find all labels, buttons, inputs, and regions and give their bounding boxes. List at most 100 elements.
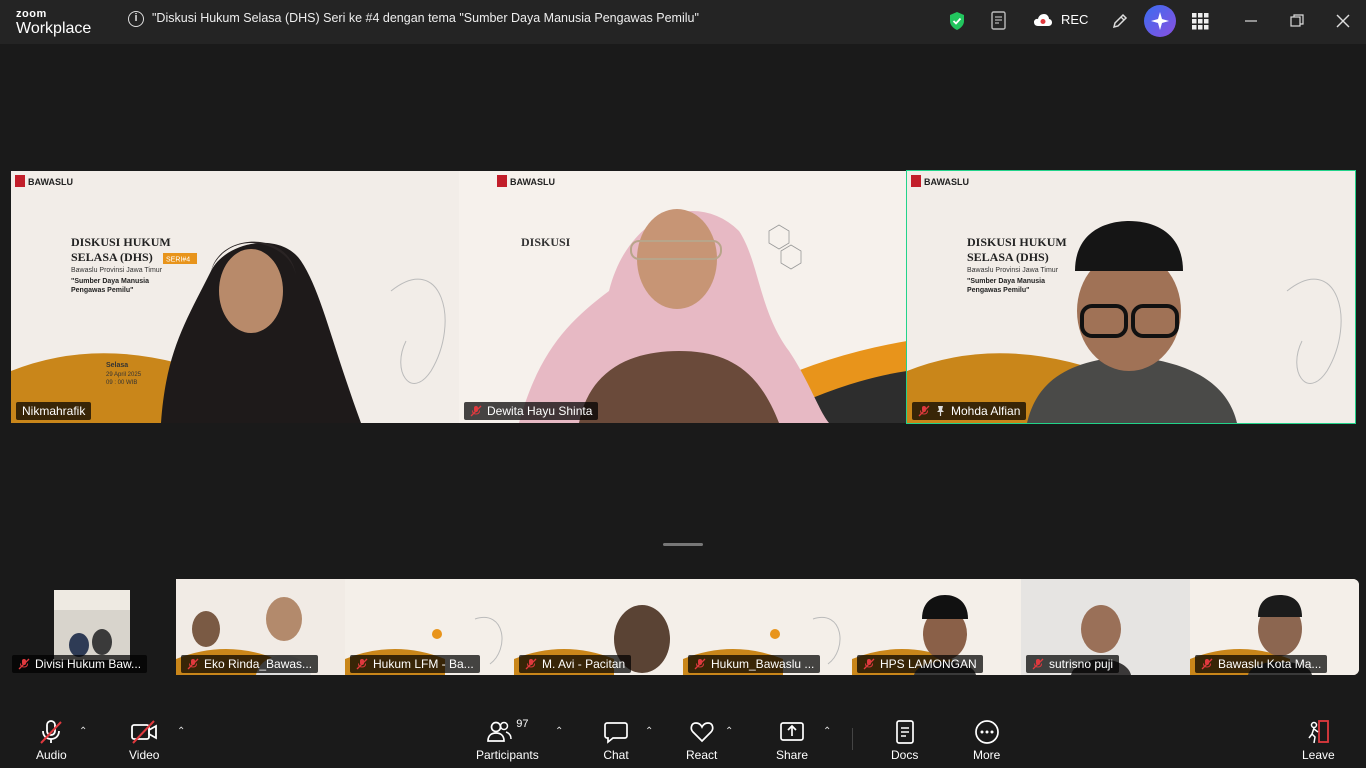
resize-handle[interactable]: [663, 543, 703, 546]
slide-theme1: "Sumber Daya Manusia: [71, 278, 149, 285]
participant-name: HPS LAMONGAN: [880, 657, 977, 671]
leave-button[interactable]: Leave: [1302, 720, 1335, 762]
svg-text:DISKUSI: DISKUSI: [521, 235, 571, 249]
audio-label: Audio: [36, 748, 67, 762]
ai-companion-button[interactable]: [1144, 5, 1176, 37]
chat-icon: [604, 722, 628, 744]
participant-name: sutrisno puji: [1049, 657, 1114, 671]
participants-icon: [487, 721, 512, 742]
participants-label: Participants: [476, 748, 539, 762]
filmstrip-tile[interactable]: Bawaslu Kota Ma...: [1190, 579, 1359, 675]
video-label: Video: [129, 748, 160, 762]
cloud-record-icon: [1034, 13, 1052, 26]
participant-name: Hukum LFM - Ba...: [373, 657, 474, 671]
svg-text:Bawaslu Provinsi Jawa Timur: Bawaslu Provinsi Jawa Timur: [967, 267, 1059, 274]
filmstrip-tile[interactable]: Hukum LFM - Ba...: [345, 579, 514, 675]
leave-label: Leave: [1302, 748, 1335, 762]
restore-icon[interactable]: [1290, 14, 1304, 28]
slide-date: 29 April 2025: [106, 372, 142, 378]
video-tile-3-active-speaker[interactable]: BAWASLU DISKUSI HUKUM SELASA (DHS) Bawas…: [906, 170, 1356, 424]
svg-text:Pengawas Pemilu": Pengawas Pemilu": [967, 287, 1029, 294]
muted-mic-icon: [470, 405, 482, 417]
video-button[interactable]: Video: [129, 720, 159, 762]
apps-grid-icon[interactable]: [1191, 12, 1209, 30]
annotate-pencil-icon[interactable]: [1110, 11, 1130, 31]
muted-mic-icon: [40, 720, 63, 744]
participant-name: Divisi Hukum Baw...: [35, 657, 142, 671]
encryption-shield-icon[interactable]: [948, 11, 966, 31]
svg-text:BAWASLU: BAWASLU: [924, 177, 969, 187]
filmstrip-tile[interactable]: Hukum_Bawaslu ...: [683, 579, 852, 675]
participant-name: M. Avi - Pacitan: [542, 657, 626, 671]
background-slide: BAWASLU DISKUSI HUKUM SELASA (DHS) Bawas…: [907, 171, 1355, 423]
participant-name-badge: Nikmahrafik: [16, 402, 92, 420]
leave-door-icon: [1308, 720, 1330, 744]
filmstrip-tile[interactable]: Divisi Hukum Baw...: [7, 579, 176, 675]
video-tile-2[interactable]: BAWASLU DISKUSI Dewita Hayu Shinta: [459, 171, 907, 423]
more-label: More: [973, 748, 1001, 762]
muted-mic-icon: [1201, 658, 1213, 670]
participants-options-chevron-icon[interactable]: ⌃: [555, 726, 563, 737]
muted-mic-icon: [918, 405, 930, 417]
filmstrip-tile[interactable]: Eko Rinda_Bawas...: [176, 579, 345, 675]
chat-label: Chat: [603, 748, 629, 762]
muted-mic-icon: [1032, 658, 1044, 670]
slide-subtitle: Bawaslu Provinsi Jawa Timur: [71, 267, 163, 274]
logo-brand: zoom: [16, 8, 47, 20]
svg-text:"Sumber Daya Manusia: "Sumber Daya Manusia: [967, 278, 1045, 285]
react-label: React: [686, 748, 718, 762]
react-button[interactable]: React: [686, 720, 717, 762]
room-video: [54, 590, 130, 660]
slide-title2: SELASA (DHS): [71, 250, 153, 264]
pin-icon: [937, 406, 944, 416]
participant-name-badge: Eko Rinda_Bawas...: [181, 655, 319, 673]
share-button[interactable]: Share: [776, 720, 808, 762]
video-options-chevron-icon[interactable]: ⌃: [177, 726, 185, 737]
filmstrip: Divisi Hukum Baw... Eko Rinda_Bawas... H…: [0, 579, 1366, 675]
participant-name: Mohda Alfian: [951, 404, 1021, 418]
chat-button[interactable]: Chat: [603, 720, 629, 762]
participant-name-badge: HPS LAMONGAN: [857, 655, 983, 673]
share-options-chevron-icon[interactable]: ⌃: [823, 726, 831, 737]
chat-options-chevron-icon[interactable]: ⌃: [645, 726, 653, 737]
filmstrip-tile[interactable]: HPS LAMONGAN: [852, 579, 1021, 675]
slide-title1: DISKUSI HUKUM: [71, 235, 171, 249]
participant-name-badge: Dewita Hayu Shinta: [464, 402, 599, 420]
slide-day: Selasa: [106, 362, 128, 369]
slide-org: BAWASLU: [28, 177, 73, 187]
participant-name-badge: sutrisno puji: [1026, 655, 1120, 673]
muted-mic-icon: [694, 658, 706, 670]
meeting-info-icon[interactable]: i: [128, 11, 144, 27]
participant-name: Dewita Hayu Shinta: [487, 404, 593, 418]
video-off-icon: [131, 720, 158, 744]
svg-text:SELASA (DHS): SELASA (DHS): [967, 250, 1049, 264]
recording-indicator[interactable]: REC: [1033, 12, 1088, 27]
close-icon[interactable]: [1336, 14, 1350, 28]
slide-time: 09 : 00 WIB: [106, 380, 137, 386]
more-button[interactable]: More: [973, 720, 1000, 762]
audio-button[interactable]: Audio: [36, 720, 67, 762]
participant-name: Hukum_Bawaslu ...: [711, 657, 815, 671]
filmstrip-tile[interactable]: M. Avi - Pacitan: [514, 579, 683, 675]
react-options-chevron-icon[interactable]: ⌃: [725, 726, 733, 737]
participant-name-badge: M. Avi - Pacitan: [519, 655, 632, 673]
docs-button[interactable]: Docs: [891, 720, 918, 762]
meeting-controls: Audio ⌃ Video ⌃ 97 Participants ⌃ Chat ⌃: [0, 708, 1366, 768]
background-slide: BAWASLU DISKUSI: [459, 171, 907, 423]
participant-name-badge: Hukum_Bawaslu ...: [688, 655, 821, 673]
filmstrip-tile[interactable]: sutrisno puji: [1021, 579, 1190, 675]
meeting-summary-icon[interactable]: [990, 11, 1008, 31]
participants-count: 97: [516, 718, 529, 730]
meeting-title: "Diskusi Hukum Selasa (DHS) Seri ke #4 d…: [152, 11, 699, 25]
audio-options-chevron-icon[interactable]: ⌃: [79, 726, 87, 737]
participant-name-badge: Mohda Alfian: [912, 402, 1027, 420]
participants-button[interactable]: 97 Participants: [476, 718, 539, 762]
background-slide: BAWASLU DISKUSI HUKUM SELASA (DHS) SERI#…: [11, 171, 459, 423]
participant-name: Bawaslu Kota Ma...: [1218, 657, 1322, 671]
share-screen-icon: [780, 722, 804, 741]
video-tile-1[interactable]: BAWASLU DISKUSI HUKUM SELASA (DHS) SERI#…: [11, 171, 459, 423]
more-dots-icon: [974, 720, 999, 744]
minimize-icon[interactable]: [1244, 14, 1258, 28]
heart-icon: [690, 722, 714, 743]
zoom-logo: zoom Workplace: [16, 9, 91, 37]
